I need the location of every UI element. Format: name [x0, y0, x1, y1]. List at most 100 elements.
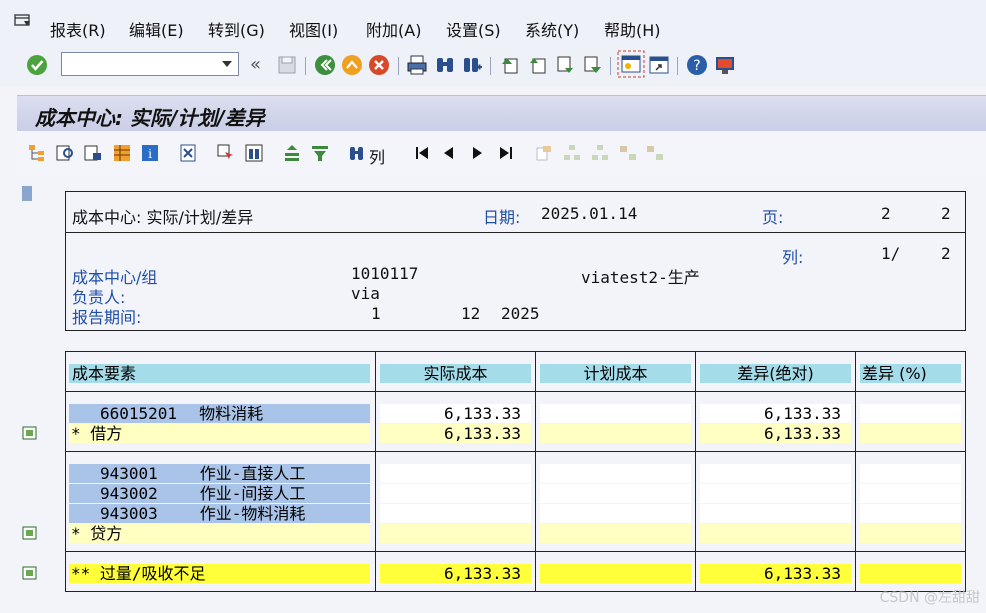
columns-label[interactable]: 列: [369, 144, 385, 168]
header-variance-pct: 差异 (%): [860, 364, 961, 383]
credit-total-variance-pct: [860, 524, 961, 543]
menu-help[interactable]: 帮助(H): [604, 17, 661, 41]
date-label: 日期:: [483, 208, 521, 227]
help-icon[interactable]: ?: [686, 54, 708, 76]
command-field[interactable]: [61, 52, 239, 76]
save-icon[interactable]: [276, 54, 298, 76]
credit-total-plan: [540, 524, 691, 543]
page-title: 成本中心: 实际/计划/差异: [35, 106, 265, 130]
col-divider: [375, 351, 376, 592]
info-icon[interactable]: i: [140, 143, 160, 163]
hierarchy-down-icon[interactable]: [590, 143, 610, 163]
page-label: 页:: [762, 208, 784, 227]
last-column-icon[interactable]: [495, 143, 515, 163]
cost-element-name: 作业-间接人工: [199, 484, 306, 503]
cancel-icon[interactable]: [368, 54, 390, 76]
subtotal-marker-icon[interactable]: [22, 426, 37, 440]
find-icon[interactable]: [434, 54, 456, 76]
period-from: 1: [371, 304, 381, 323]
watermark: CSDN @左甜甜: [879, 590, 980, 606]
expand-icon[interactable]: [534, 143, 554, 163]
cost-element: 66015201: [100, 404, 178, 423]
hierarchy-icon[interactable]: [27, 143, 47, 163]
print-icon[interactable]: [406, 54, 428, 76]
header-variance-abs: 差异(绝对): [700, 364, 851, 383]
excel-export-icon[interactable]: [178, 143, 198, 163]
plan-cost-cell: [540, 484, 691, 503]
enter-check-icon[interactable]: [26, 54, 48, 76]
page-value: 2: [881, 204, 891, 223]
table-row[interactable]: 943002 作业-间接人工: [69, 484, 370, 503]
customize-layout-icon[interactable]: [714, 54, 736, 76]
create-session-icon[interactable]: [617, 50, 645, 78]
previous-column-icon[interactable]: [439, 143, 459, 163]
subtotal-marker-icon[interactable]: [22, 526, 37, 540]
menu-goto[interactable]: 转到(G): [208, 17, 265, 41]
exit-icon[interactable]: [341, 54, 363, 76]
report-toolbar: i 列: [17, 131, 986, 175]
page-total: 2: [941, 204, 951, 223]
back-icon[interactable]: [314, 54, 336, 76]
period-year: 2025: [501, 304, 540, 323]
variance-abs-cell: [700, 504, 851, 523]
select-cursor-icon[interactable]: [216, 143, 236, 163]
responsible-value: via: [351, 284, 380, 303]
next-column-icon[interactable]: [467, 143, 487, 163]
row-divider: [65, 451, 966, 452]
toolbar-separator: [677, 57, 678, 75]
previous-page-icon[interactable]: [527, 54, 549, 76]
variance-abs-cell: 6,133.33: [700, 404, 851, 423]
filter-icon[interactable]: [310, 143, 330, 163]
menu-view[interactable]: 视图(I): [289, 17, 338, 41]
cost-element: 943003: [100, 504, 158, 523]
last-page-icon[interactable]: [581, 54, 603, 76]
table-row[interactable]: 943001 作业-直接人工: [69, 464, 370, 483]
header-cost-element: 成本要素: [69, 364, 370, 383]
toolbar-separator: [490, 57, 491, 75]
menu-report[interactable]: 报表(R): [50, 17, 106, 41]
hierarchy-left-icon[interactable]: [618, 143, 638, 163]
column-total: 2: [941, 244, 951, 263]
menu-system[interactable]: 系统(Y): [525, 17, 579, 41]
hierarchy-right-icon[interactable]: [645, 143, 665, 163]
next-page-icon[interactable]: [554, 54, 576, 76]
menu-settings[interactable]: 设置(S): [446, 17, 501, 41]
column-value: 1/: [881, 244, 901, 263]
find-columns-icon[interactable]: [348, 143, 368, 163]
menu-edit[interactable]: 编辑(E): [129, 17, 184, 41]
header-plan: 计划成本: [540, 364, 691, 383]
title-bar: 成本中心: 实际/计划/差异: [17, 95, 986, 132]
column-settings-icon[interactable]: [244, 143, 264, 163]
table-row[interactable]: 943003 作业-物料消耗: [69, 504, 370, 523]
dropdown-arrow-icon[interactable]: [222, 61, 232, 67]
find-next-icon[interactable]: [461, 54, 483, 76]
menu-extras[interactable]: 附加(A): [366, 17, 421, 41]
layout-icon[interactable]: [112, 143, 132, 163]
grand-total-variance-pct: [860, 564, 961, 583]
grand-total-actual: 6,133.33: [380, 564, 531, 583]
toolbar-separator: [305, 57, 306, 75]
cost-element-name: 作业-物料消耗: [199, 504, 306, 523]
svg-text:?: ?: [693, 58, 700, 74]
cost-element-name: 作业-直接人工: [199, 464, 306, 483]
cost-element-name: 物料消耗: [199, 404, 264, 423]
svg-text:i: i: [148, 147, 152, 161]
debit-total-plan: [540, 424, 691, 443]
shortcut-icon[interactable]: [648, 54, 670, 76]
sort-icon[interactable]: [282, 143, 302, 163]
grand-total-plan: [540, 564, 691, 583]
toolbar-separator: [610, 57, 611, 75]
table-row[interactable]: 66015201 物料消耗: [69, 404, 370, 423]
detail-icon[interactable]: [55, 143, 75, 163]
collapse-icon[interactable]: «: [250, 54, 261, 75]
hierarchy-up-icon[interactable]: [562, 143, 582, 163]
first-column-icon[interactable]: [413, 143, 433, 163]
total-marker-icon[interactable]: [22, 566, 37, 580]
system-menu-icon[interactable]: [14, 14, 32, 28]
debit-total-variance-abs: 6,133.33: [700, 424, 851, 443]
header-actual: 实际成本: [380, 364, 531, 383]
first-page-icon[interactable]: [499, 54, 521, 76]
variance-abs-cell: [700, 484, 851, 503]
col-divider: [695, 351, 696, 592]
report-lock-icon[interactable]: [83, 143, 103, 163]
